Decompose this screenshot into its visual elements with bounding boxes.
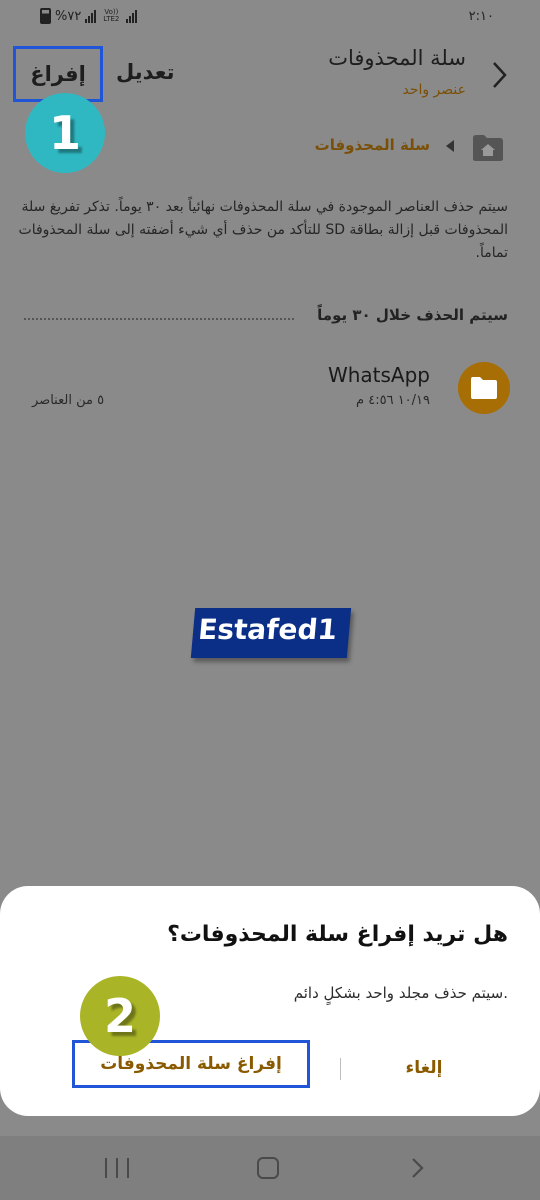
item-count: ٥ من العناصر: [32, 393, 105, 408]
item-count-subtitle: عنصر واحد: [402, 82, 466, 98]
back-icon[interactable]: [410, 1157, 424, 1179]
step-2-badge: 2: [80, 976, 160, 1056]
dialog-title: هل تريد إفراغ سلة المحذوفات؟: [167, 922, 508, 947]
watermark-logo: Estafed1: [190, 608, 352, 658]
battery-icon: [40, 8, 51, 24]
section-label: سيتم الحذف خلال ٣٠ يوماً: [317, 306, 508, 324]
step-1-badge: 1: [25, 93, 105, 173]
navigation-bar: [0, 1136, 540, 1200]
item-date: ١٠/١٩ ٤:٥٦ م: [356, 393, 430, 408]
status-time: ٢:١٠: [468, 9, 494, 24]
cancel-button[interactable]: إلغاء: [372, 1048, 476, 1088]
dialog-message: سيتم حذف مجلد واحد بشكلٍ دائم.: [293, 984, 508, 1002]
breadcrumb-arrow-icon: [446, 140, 454, 152]
status-indicators: %٧٢ Vo)) LTE2: [40, 8, 138, 24]
section-divider: [24, 318, 294, 320]
dialog-button-divider: [340, 1058, 341, 1080]
folder-icon: [458, 362, 510, 414]
chevron-right-icon[interactable]: [490, 60, 508, 90]
confirm-dialog: هل تريد إفراغ سلة المحذوفات؟ سيتم حذف مج…: [0, 886, 540, 1116]
signal-icon-2: [126, 9, 138, 23]
edit-button[interactable]: تعديل: [116, 60, 175, 84]
status-bar: %٧٢ Vo)) LTE2 ٢:١٠: [0, 0, 540, 36]
network-label: Vo)) LTE2: [103, 8, 120, 23]
signal-icon: [85, 9, 97, 23]
item-name: WhatsApp: [327, 363, 430, 387]
page-title: سلة المحذوفات: [328, 46, 466, 70]
info-text: سيتم حذف العناصر الموجودة في سلة المحذوف…: [18, 199, 508, 261]
battery-percent: %٧٢: [55, 8, 82, 24]
folder-home-icon[interactable]: [472, 134, 504, 162]
recents-icon[interactable]: [105, 1158, 129, 1178]
breadcrumb-label[interactable]: سلة المحذوفات: [315, 136, 430, 154]
home-icon[interactable]: [257, 1157, 279, 1179]
